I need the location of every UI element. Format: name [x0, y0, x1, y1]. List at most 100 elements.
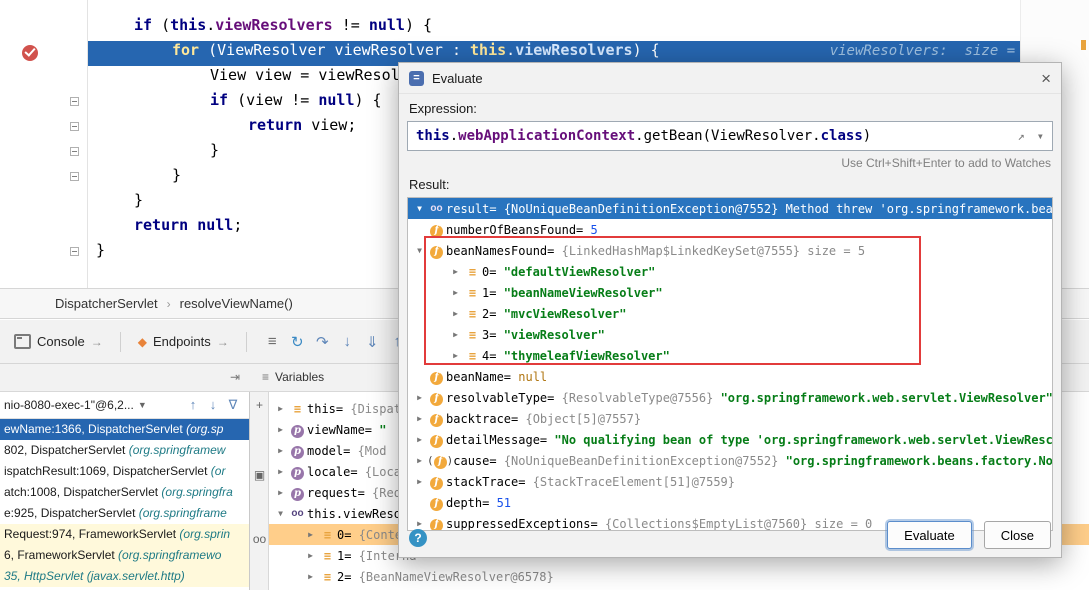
result-row[interactable]: ▼fbeanNamesFound = {LinkedHashMap$Linked…	[408, 240, 1052, 261]
result-row[interactable]: ▼ooresult = {NoUniqueBeanDefinitionExcep…	[408, 198, 1052, 219]
tree-toggle-icon[interactable]: ▶	[412, 456, 427, 465]
tree-toggle-icon[interactable]: ▶	[273, 425, 288, 434]
frame-row[interactable]: 35, HttpServlet (javax.servlet.http)	[0, 566, 249, 587]
tree-toggle-icon[interactable]: ▶	[448, 309, 463, 318]
tree-toggle-icon[interactable]: ▶	[412, 393, 427, 402]
fold-marker-icon[interactable]	[70, 172, 79, 181]
variable-value: = {ResolvableType@7556} "org.springframe…	[547, 391, 1052, 405]
expression-input[interactable]: this.webApplicationContext.getBean(ViewR…	[407, 121, 1053, 151]
add-watch-icon[interactable]: +	[250, 398, 269, 412]
frame-row[interactable]: 6, FrameworkServlet (org.springframewo	[0, 545, 249, 566]
show-execution-point-icon[interactable]: ↻	[285, 333, 310, 351]
field-icon: f	[427, 390, 446, 406]
tab-arrow-icon[interactable]: →	[217, 335, 229, 349]
result-row[interactable]: fdepth = 51	[408, 492, 1052, 513]
variables-menu-icon[interactable]: ≡	[262, 370, 269, 384]
variable-name: 0	[482, 265, 489, 279]
tree-toggle-icon[interactable]: ▶	[412, 435, 427, 444]
tree-toggle-icon[interactable]: ▶	[412, 519, 427, 528]
tab-arrow-icon[interactable]: →	[91, 335, 103, 349]
chevron-down-icon[interactable]: ▼	[138, 400, 147, 410]
breadcrumb-class[interactable]: DispatcherServlet	[55, 296, 158, 311]
result-row[interactable]: ▶≡3 = "viewResolver"	[408, 324, 1052, 345]
variable-name: locale	[307, 465, 350, 479]
result-row[interactable]: ▶≡0 = "defaultViewResolver"	[408, 261, 1052, 282]
fold-marker-icon[interactable]	[70, 247, 79, 256]
settings-menu-icon[interactable]: ≡	[260, 333, 285, 350]
tree-toggle-icon[interactable]: ▼	[412, 246, 427, 255]
tree-toggle-icon[interactable]: ▶	[412, 477, 427, 486]
close-icon[interactable]: ×	[1041, 70, 1051, 87]
step-into-icon[interactable]: ↓	[335, 333, 360, 350]
variable-value: = "No qualifying bean of type 'org.sprin…	[540, 433, 1052, 447]
array-item-icon: ≡	[463, 349, 482, 363]
result-row[interactable]: ▶fbacktrace = {Object[5]@7557}	[408, 408, 1052, 429]
frame-up-icon[interactable]: ↑	[183, 397, 203, 413]
variable-name: 4	[482, 349, 489, 363]
watches-icon[interactable]: oo	[250, 532, 269, 546]
result-row[interactable]: ▶fstackTrace = {StackTraceElement[51]@75…	[408, 471, 1052, 492]
frame-row[interactable]: ispatchResult:1069, DispatcherServlet (o…	[0, 461, 249, 482]
fold-marker-icon[interactable]	[70, 97, 79, 106]
tree-toggle-icon[interactable]: ▶	[448, 288, 463, 297]
tree-toggle-icon[interactable]: ▶	[303, 572, 318, 581]
frames-panel: nio-8080-exec-1"@6,2... ▼ ↑↓∇ ewName:136…	[0, 392, 250, 590]
fold-marker-icon[interactable]	[70, 122, 79, 131]
filter-frames-icon[interactable]: ∇	[223, 397, 243, 413]
result-row[interactable]: ▶(f)cause = {NoUniqueBeanDefinitionExcep…	[408, 450, 1052, 471]
step-over-icon[interactable]: ↷	[310, 333, 335, 351]
frame-row[interactable]: ewName:1366, DispatcherServlet (org.sp	[0, 419, 249, 440]
variable-name: suppressedExceptions	[446, 517, 591, 531]
evaluate-button[interactable]: Evaluate	[887, 521, 972, 549]
result-row[interactable]: fbeanName = null	[408, 366, 1052, 387]
result-tree[interactable]: ▼ooresult = {NoUniqueBeanDefinitionExcep…	[407, 197, 1053, 531]
frame-row[interactable]: Request:974, FrameworkServlet (org.sprin	[0, 524, 249, 545]
dialog-title-bar[interactable]: = Evaluate ×	[399, 63, 1061, 94]
tree-toggle-icon[interactable]: ▶	[448, 351, 463, 360]
force-step-into-icon[interactable]: ⇓	[360, 333, 385, 351]
help-icon[interactable]: ?	[409, 529, 427, 547]
copy-stack-icon[interactable]: ▣	[250, 468, 269, 482]
tree-toggle-icon[interactable]: ▶	[273, 488, 288, 497]
result-row[interactable]: ▶≡1 = "beanNameViewResolver"	[408, 282, 1052, 303]
warning-stripe-mark[interactable]	[1081, 40, 1086, 50]
fold-marker-icon[interactable]	[70, 147, 79, 156]
frame-row[interactable]: e:925, DispatcherServlet (org.springfram…	[0, 503, 249, 524]
editor-gutter[interactable]	[0, 0, 88, 288]
expand-editor-icon[interactable]: ↗	[1018, 129, 1025, 143]
tree-toggle-icon[interactable]: ▶	[273, 446, 288, 455]
result-row[interactable]: ▶≡4 = "thymeleafViewResolver"	[408, 345, 1052, 366]
hide-panel-icon[interactable]: ⇥	[230, 370, 240, 384]
watch-icon: oo	[288, 508, 307, 519]
variable-value: = {StackTraceElement[51]@7559}	[518, 475, 735, 489]
tab-endpoints[interactable]: ◆ Endpoints →	[134, 334, 233, 349]
tree-toggle-icon[interactable]: ▶	[448, 267, 463, 276]
result-row[interactable]: ▶≡2 = "mvcViewResolver"	[408, 303, 1052, 324]
result-row[interactable]: ▶fdetailMessage = "No qualifying bean of…	[408, 429, 1052, 450]
result-row[interactable]: fnumberOfBeansFound = 5	[408, 219, 1052, 240]
expression-label: Expression:	[409, 101, 1051, 116]
code-line[interactable]: if (this.viewResolvers != null) {	[88, 16, 1020, 41]
result-row[interactable]: ▶fresolvableType = {ResolvableType@7556}…	[408, 387, 1052, 408]
variable-value: = 5	[576, 223, 598, 237]
tree-toggle-icon[interactable]: ▼	[412, 204, 427, 213]
tree-toggle-icon[interactable]: ▶	[273, 467, 288, 476]
breakpoint-icon[interactable]	[22, 45, 38, 61]
tree-toggle-icon[interactable]: ▶	[303, 530, 318, 539]
tree-toggle-icon[interactable]: ▶	[273, 404, 288, 413]
toolbar-divider	[120, 332, 121, 352]
parameter-icon: p	[288, 464, 307, 480]
tab-console[interactable]: Console →	[10, 334, 107, 349]
tree-toggle-icon[interactable]: ▶	[303, 551, 318, 560]
frame-down-icon[interactable]: ↓	[203, 397, 223, 413]
variable-row[interactable]: ▶≡2 = {BeanNameViewResolver@6578}	[269, 566, 1089, 587]
thread-dropdown[interactable]: nio-8080-exec-1"@6,2...	[4, 398, 134, 412]
close-button[interactable]: Close	[984, 521, 1051, 549]
expression-dropdown-icon[interactable]: ▾	[1037, 129, 1044, 143]
tree-toggle-icon[interactable]: ▼	[273, 509, 288, 518]
tree-toggle-icon[interactable]: ▶	[448, 330, 463, 339]
frame-row[interactable]: 802, DispatcherServlet (org.springframew	[0, 440, 249, 461]
tree-toggle-icon[interactable]: ▶	[412, 414, 427, 423]
breadcrumb-method[interactable]: resolveViewName()	[180, 296, 293, 311]
frame-row[interactable]: atch:1008, DispatcherServlet (org.spring…	[0, 482, 249, 503]
